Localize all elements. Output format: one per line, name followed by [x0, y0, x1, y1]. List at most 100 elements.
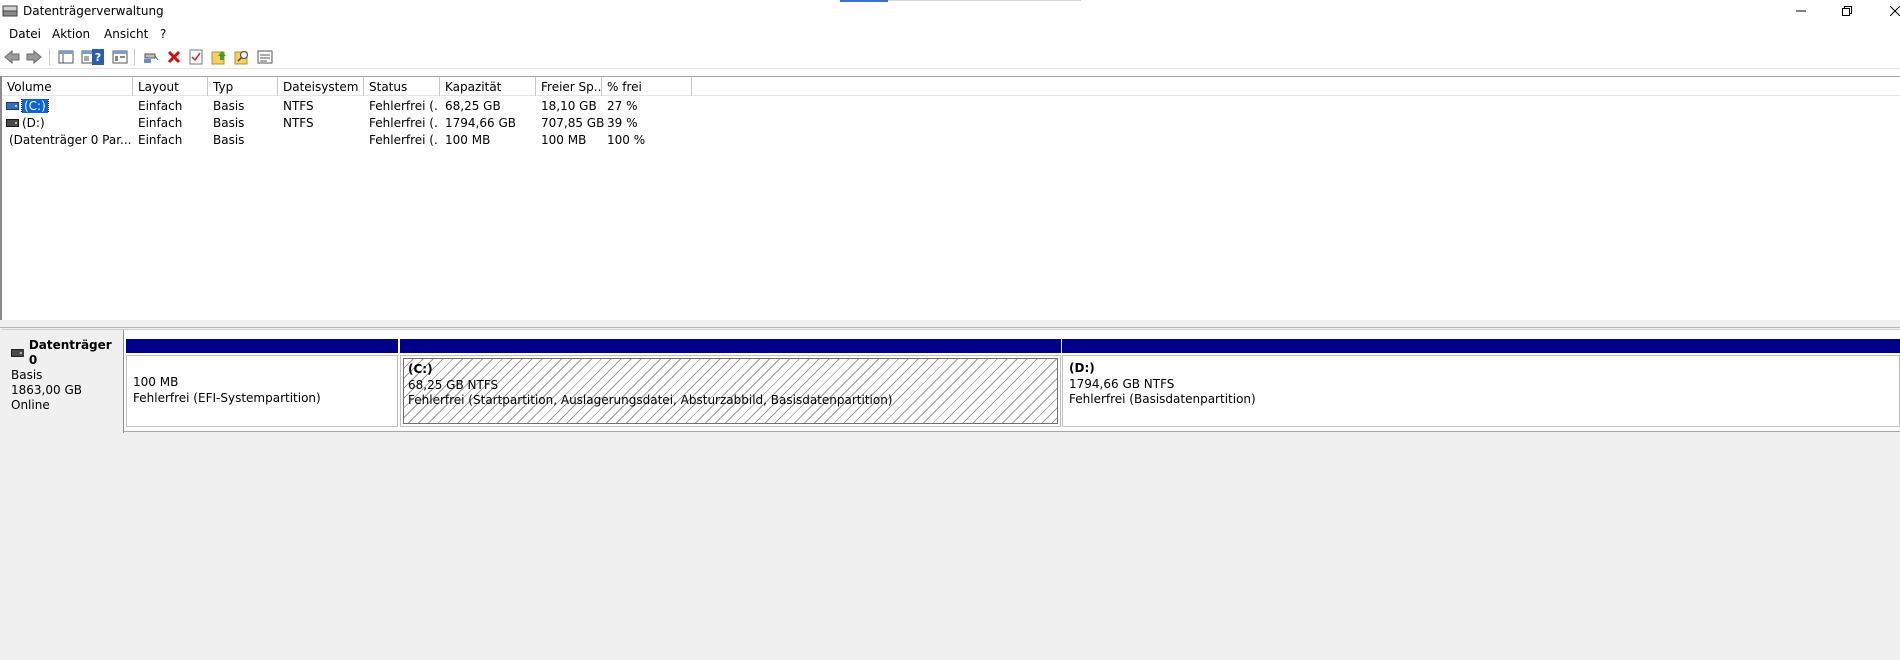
frei-cell: 707,85 GB — [541, 116, 605, 130]
status-cell: Fehlerfrei (... — [369, 99, 437, 113]
list-pane-icon — [112, 50, 128, 64]
typ-cell: Basis — [213, 99, 245, 113]
status-cell: Fehlerfrei (... — [369, 116, 437, 130]
minimize-icon — [1796, 10, 1806, 12]
search-folder-button[interactable] — [233, 48, 251, 66]
partition-status: Fehlerfrei (EFI-Systempartition) — [133, 390, 321, 405]
disk-management-app-icon — [2, 5, 18, 17]
folder-up-button[interactable] — [210, 48, 228, 66]
typ-cell: Basis — [213, 133, 245, 147]
disk-type: Basis — [11, 368, 43, 382]
volume-cell: (D:) — [6, 116, 131, 130]
partition-name: (C:) — [408, 362, 433, 376]
column-header-dateisystem[interactable]: Dateisystem — [278, 77, 364, 96]
column-header-status[interactable]: Status — [364, 77, 440, 96]
checklist-icon — [189, 49, 203, 65]
volume-name: (C:) — [21, 99, 49, 113]
partition-efi[interactable]: 100 MB Fehlerfrei (EFI-Systempartition) — [126, 339, 398, 427]
show-hide-console-tree-button[interactable] — [57, 48, 75, 66]
minimize-button[interactable] — [1778, 0, 1824, 22]
partition-status: Fehlerfrei (Basisdatenpartition) — [1069, 392, 1256, 406]
status-cell: Fehlerfrei (... — [369, 133, 437, 147]
dateisystem-cell: NTFS — [283, 116, 314, 130]
column-header-prozent-frei[interactable]: % frei — [602, 77, 692, 96]
prozent-cell: 100 % — [607, 133, 646, 147]
partition-name: (D:) — [1069, 361, 1095, 375]
toolbar-separator — [49, 49, 50, 65]
disk-state: Online — [11, 398, 50, 412]
partition-body: (C:) 68,25 GB NTFS Fehlerfrei (Startpart… — [400, 355, 1061, 427]
menu-ansicht[interactable]: Ansicht — [104, 27, 148, 41]
pane-splitter[interactable] — [0, 320, 1900, 328]
prozent-cell: 39 % — [607, 116, 638, 130]
folder-up-icon — [211, 51, 226, 65]
connect-icon — [144, 53, 159, 63]
column-header-volume[interactable]: Volume — [2, 77, 133, 96]
layout-cell: Einfach — [138, 133, 183, 147]
kapazitaet-cell: 100 MB — [445, 133, 491, 147]
partition-size: 1794,66 GB NTFS — [1069, 376, 1175, 391]
partition-d[interactable]: (D:) 1794,66 GB NTFS Fehlerfrei (Basisda… — [1062, 339, 1900, 427]
restore-icon — [1842, 6, 1852, 16]
partition-size: 100 MB — [133, 375, 179, 389]
disk-label[interactable]: Datenträger 0 Basis 1863,00 GB Online — [2, 330, 124, 433]
close-icon — [1890, 6, 1900, 16]
search-folder-icon — [234, 51, 248, 65]
restore-button[interactable] — [1824, 0, 1870, 22]
volume-row-c[interactable]: (C:) Einfach Basis NTFS Fehlerfrei (... … — [2, 97, 1900, 114]
dateisystem-cell: NTFS — [283, 99, 314, 113]
list-view-icon — [257, 50, 273, 64]
console-tree-icon — [58, 50, 74, 64]
back-icon — [4, 50, 20, 64]
taskbar-line — [888, 0, 1081, 1]
window-title: Datenträgerverwaltung — [23, 4, 164, 18]
menu-aktion[interactable]: Aktion — [52, 27, 90, 41]
column-header-layout[interactable]: Layout — [133, 77, 208, 96]
forward-icon — [26, 50, 42, 64]
menu-datei[interactable]: Datei — [9, 27, 41, 41]
svg-text:?: ? — [95, 51, 101, 64]
volume-name: (Datenträger 0 Par... — [9, 133, 131, 147]
partition-bar — [1062, 339, 1900, 353]
layout-cell: Einfach — [138, 99, 183, 113]
disk-row: Datenträger 0 Basis 1863,00 GB Online 10… — [2, 329, 1900, 433]
partition-info: 100 MB Fehlerfrei (EFI-Systempartition) — [129, 358, 395, 424]
partition-info: (D:) 1794,66 GB NTFS Fehlerfrei (Basisda… — [1065, 358, 1897, 424]
connect-disk-button[interactable] — [142, 48, 160, 66]
toolbar: ? — [0, 45, 1900, 69]
frei-cell: 18,10 GB — [541, 99, 597, 113]
forward-button[interactable] — [25, 48, 43, 66]
layout-cell: Einfach — [138, 116, 183, 130]
delete-button[interactable] — [165, 48, 183, 66]
column-header-kapazitaet[interactable]: Kapazität — [440, 77, 536, 96]
partition-info-selected: (C:) 68,25 GB NTFS Fehlerfrei (Startpart… — [403, 358, 1058, 424]
disk-name: Datenträger 0 — [28, 338, 112, 367]
kapazitaet-cell: 1794,66 GB — [445, 116, 516, 130]
close-button[interactable] — [1870, 0, 1900, 22]
typ-cell: Basis — [213, 116, 245, 130]
column-header-typ[interactable]: Typ — [208, 77, 278, 96]
list-pane-button[interactable] — [111, 48, 129, 66]
help-button[interactable]: ? — [89, 48, 107, 66]
volume-row-d[interactable]: (D:) Einfach Basis NTFS Fehlerfrei (... … — [2, 114, 1900, 131]
partition-bar — [126, 339, 398, 353]
partition-size: 68,25 GB NTFS — [408, 377, 499, 392]
disk-graph-view: Datenträger 0 Basis 1863,00 GB Online 10… — [0, 328, 1900, 660]
taskbar-accent — [840, 0, 888, 2]
list-header: Volume Layout Typ Dateisystem Status Kap… — [2, 77, 1900, 96]
menu-help[interactable]: ? — [160, 27, 166, 41]
disk-icon — [11, 349, 24, 357]
title-bar: Datenträgerverwaltung — [0, 0, 1900, 24]
back-button[interactable] — [3, 48, 21, 66]
column-header-freier-speicher[interactable]: Freier Sp... — [536, 77, 602, 96]
kapazitaet-cell: 68,25 GB — [445, 99, 501, 113]
partition-body: (D:) 1794,66 GB NTFS Fehlerfrei (Basisda… — [1062, 355, 1900, 427]
list-view-button[interactable] — [256, 48, 274, 66]
volume-cell: (Datenträger 0 Par... — [6, 133, 131, 147]
partition-c[interactable]: (C:) 68,25 GB NTFS Fehlerfrei (Startpart… — [400, 339, 1061, 427]
disk-size: 1863,00 GB — [11, 383, 82, 397]
checklist-button[interactable] — [187, 48, 205, 66]
volume-name: (D:) — [22, 116, 45, 130]
volume-row-partition[interactable]: (Datenträger 0 Par... Einfach Basis Fehl… — [2, 131, 1900, 148]
partition-body: 100 MB Fehlerfrei (EFI-Systempartition) — [126, 355, 398, 427]
